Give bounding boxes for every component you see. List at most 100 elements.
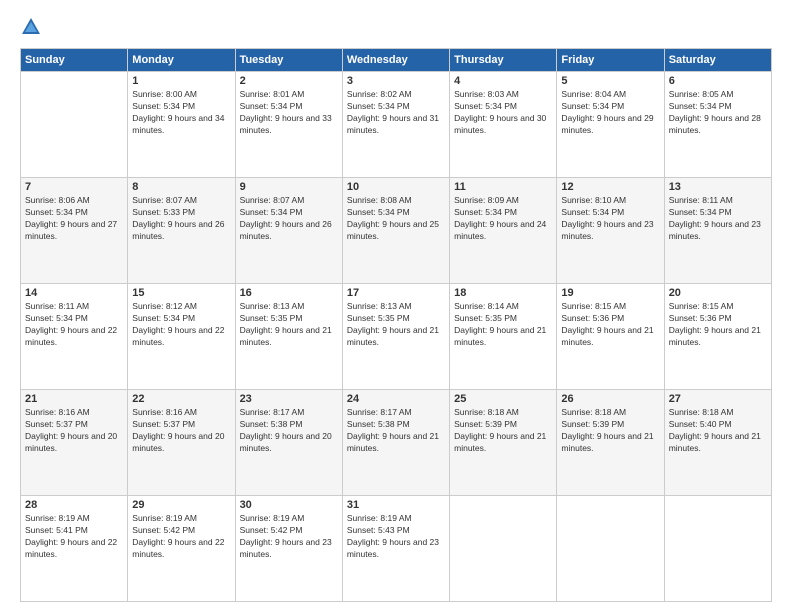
sunset-text: Sunset: 5:42 PM: [240, 525, 338, 537]
col-header-tuesday: Tuesday: [235, 49, 342, 72]
cell-3-5: 26Sunrise: 8:18 AMSunset: 5:39 PMDayligh…: [557, 390, 664, 496]
sunrise-text: Sunrise: 8:16 AM: [132, 407, 230, 419]
cell-0-1: 1Sunrise: 8:00 AMSunset: 5:34 PMDaylight…: [128, 72, 235, 178]
sunset-text: Sunset: 5:43 PM: [347, 525, 445, 537]
day-number: 23: [240, 393, 338, 405]
cell-3-4: 25Sunrise: 8:18 AMSunset: 5:39 PMDayligh…: [450, 390, 557, 496]
sunset-text: Sunset: 5:38 PM: [347, 419, 445, 431]
cell-4-0: 28Sunrise: 8:19 AMSunset: 5:41 PMDayligh…: [21, 496, 128, 602]
sunset-text: Sunset: 5:34 PM: [454, 207, 552, 219]
header: [20, 16, 772, 38]
daylight-text: Daylight: 9 hours and 21 minutes.: [454, 325, 552, 349]
sunrise-text: Sunrise: 8:00 AM: [132, 89, 230, 101]
col-header-monday: Monday: [128, 49, 235, 72]
sunrise-text: Sunrise: 8:12 AM: [132, 301, 230, 313]
sunset-text: Sunset: 5:34 PM: [347, 207, 445, 219]
sunrise-text: Sunrise: 8:18 AM: [669, 407, 767, 419]
sunset-text: Sunset: 5:34 PM: [25, 207, 123, 219]
day-number: 29: [132, 499, 230, 511]
sunset-text: Sunset: 5:36 PM: [669, 313, 767, 325]
daylight-text: Daylight: 9 hours and 20 minutes.: [25, 431, 123, 455]
cell-0-5: 5Sunrise: 8:04 AMSunset: 5:34 PMDaylight…: [557, 72, 664, 178]
sunrise-text: Sunrise: 8:19 AM: [25, 513, 123, 525]
daylight-text: Daylight: 9 hours and 20 minutes.: [132, 431, 230, 455]
day-number: 15: [132, 287, 230, 299]
sunrise-text: Sunrise: 8:08 AM: [347, 195, 445, 207]
daylight-text: Daylight: 9 hours and 22 minutes.: [132, 325, 230, 349]
day-number: 17: [347, 287, 445, 299]
cell-3-3: 24Sunrise: 8:17 AMSunset: 5:38 PMDayligh…: [342, 390, 449, 496]
day-number: 6: [669, 75, 767, 87]
sunrise-text: Sunrise: 8:11 AM: [25, 301, 123, 313]
sunset-text: Sunset: 5:34 PM: [25, 313, 123, 325]
cell-3-1: 22Sunrise: 8:16 AMSunset: 5:37 PMDayligh…: [128, 390, 235, 496]
daylight-text: Daylight: 9 hours and 21 minutes.: [669, 431, 767, 455]
daylight-text: Daylight: 9 hours and 29 minutes.: [561, 113, 659, 137]
sunset-text: Sunset: 5:34 PM: [669, 207, 767, 219]
day-number: 10: [347, 181, 445, 193]
day-number: 12: [561, 181, 659, 193]
calendar: SundayMondayTuesdayWednesdayThursdayFrid…: [20, 48, 772, 602]
day-number: 8: [132, 181, 230, 193]
daylight-text: Daylight: 9 hours and 25 minutes.: [347, 219, 445, 243]
cell-0-3: 3Sunrise: 8:02 AMSunset: 5:34 PMDaylight…: [342, 72, 449, 178]
cell-2-0: 14Sunrise: 8:11 AMSunset: 5:34 PMDayligh…: [21, 284, 128, 390]
sunrise-text: Sunrise: 8:14 AM: [454, 301, 552, 313]
cell-2-5: 19Sunrise: 8:15 AMSunset: 5:36 PMDayligh…: [557, 284, 664, 390]
day-number: 5: [561, 75, 659, 87]
cell-1-3: 10 Sunrise: 8:08 AMSunset: 5:34 PMDayligh…: [342, 178, 449, 284]
cell-0-6: 6Sunrise: 8:05 AMSunset: 5:34 PMDaylight…: [664, 72, 771, 178]
cell-4-5: [557, 496, 664, 602]
cell-3-2: 23Sunrise: 8:17 AMSunset: 5:38 PMDayligh…: [235, 390, 342, 496]
sunset-text: Sunset: 5:39 PM: [561, 419, 659, 431]
sunset-text: Sunset: 5:34 PM: [454, 101, 552, 113]
col-header-friday: Friday: [557, 49, 664, 72]
day-number: 3: [347, 75, 445, 87]
cell-2-4: 18Sunrise: 8:14 AMSunset: 5:35 PMDayligh…: [450, 284, 557, 390]
daylight-text: Daylight: 9 hours and 24 minutes.: [454, 219, 552, 243]
sunrise-text: Sunrise: 8:19 AM: [132, 513, 230, 525]
cell-1-0: 7Sunrise: 8:06 AMSunset: 5:34 PMDaylight…: [21, 178, 128, 284]
cell-4-2: 30Sunrise: 8:19 AMSunset: 5:42 PMDayligh…: [235, 496, 342, 602]
daylight-text: Daylight: 9 hours and 26 minutes.: [132, 219, 230, 243]
sunset-text: Sunset: 5:34 PM: [669, 101, 767, 113]
sunrise-text: Sunrise: 8:10 AM: [561, 195, 659, 207]
sunset-text: Sunset: 5:34 PM: [561, 101, 659, 113]
daylight-text: Daylight: 9 hours and 21 minutes.: [561, 325, 659, 349]
sunrise-text: Sunrise: 8:19 AM: [240, 513, 338, 525]
daylight-text: Daylight: 9 hours and 33 minutes.: [240, 113, 338, 137]
daylight-text: Daylight: 9 hours and 21 minutes.: [240, 325, 338, 349]
day-number: 1: [132, 75, 230, 87]
daylight-text: Daylight: 9 hours and 21 minutes.: [561, 431, 659, 455]
week-row-4: 28Sunrise: 8:19 AMSunset: 5:41 PMDayligh…: [21, 496, 772, 602]
week-row-1: 7Sunrise: 8:06 AMSunset: 5:34 PMDaylight…: [21, 178, 772, 284]
sunset-text: Sunset: 5:36 PM: [561, 313, 659, 325]
cell-4-6: [664, 496, 771, 602]
cell-4-4: [450, 496, 557, 602]
day-number: 4: [454, 75, 552, 87]
col-header-wednesday: Wednesday: [342, 49, 449, 72]
sunset-text: Sunset: 5:35 PM: [240, 313, 338, 325]
daylight-text: Daylight: 9 hours and 26 minutes.: [240, 219, 338, 243]
col-header-saturday: Saturday: [664, 49, 771, 72]
sunrise-text: Sunrise: 8:06 AM: [25, 195, 123, 207]
logo-icon: [20, 16, 42, 38]
sunrise-text: Sunrise: 8:09 AM: [454, 195, 552, 207]
cell-1-5: 12Sunrise: 8:10 AMSunset: 5:34 PMDayligh…: [557, 178, 664, 284]
sunrise-text: Sunrise: 8:15 AM: [561, 301, 659, 313]
sunrise-text: Sunrise: 8:15 AM: [669, 301, 767, 313]
week-row-3: 21Sunrise: 8:16 AMSunset: 5:37 PMDayligh…: [21, 390, 772, 496]
day-number: 25: [454, 393, 552, 405]
daylight-text: Daylight: 9 hours and 30 minutes.: [454, 113, 552, 137]
sunset-text: Sunset: 5:42 PM: [132, 525, 230, 537]
sunset-text: Sunset: 5:34 PM: [347, 101, 445, 113]
sunrise-text: Sunrise: 8:18 AM: [454, 407, 552, 419]
sunrise-text: Sunrise: 8:01 AM: [240, 89, 338, 101]
cell-4-3: 31Sunrise: 8:19 AMSunset: 5:43 PMDayligh…: [342, 496, 449, 602]
sunrise-text: Sunrise: 8:11 AM: [669, 195, 767, 207]
daylight-text: Daylight: 9 hours and 21 minutes.: [669, 325, 767, 349]
sunset-text: Sunset: 5:33 PM: [132, 207, 230, 219]
daylight-text: Daylight: 9 hours and 23 minutes.: [240, 537, 338, 561]
sunset-text: Sunset: 5:38 PM: [240, 419, 338, 431]
day-number: 11: [454, 181, 552, 193]
